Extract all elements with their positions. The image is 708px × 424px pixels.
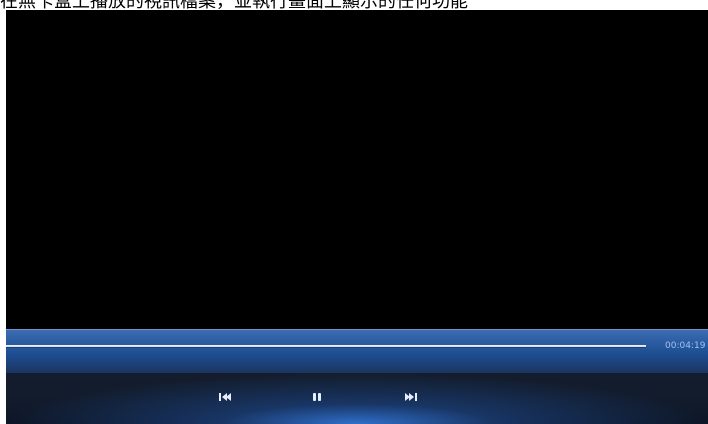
player-controls: 00:04:19 [6,329,708,424]
pause-icon [309,390,325,404]
seek-progress [6,345,646,347]
video-player: 00:04:19 [6,10,708,424]
video-display[interactable] [6,10,708,329]
previous-track-icon [217,390,233,404]
previous-button[interactable] [213,387,237,407]
seek-bar[interactable] [6,344,646,348]
pause-button[interactable] [305,387,329,407]
next-track-icon [403,390,419,404]
next-button[interactable] [399,387,423,407]
elapsed-time: 00:04:19 [665,341,706,351]
